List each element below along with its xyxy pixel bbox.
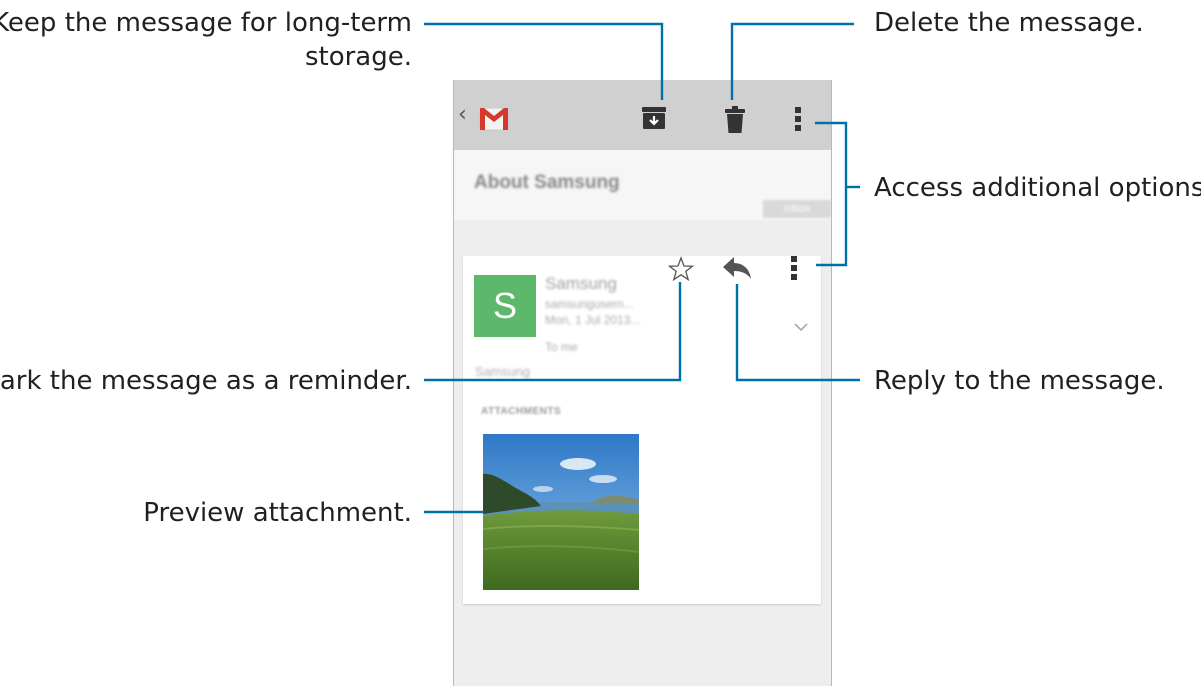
sender-avatar[interactable]: S — [474, 275, 536, 337]
inbox-label[interactable]: Inbox — [763, 200, 831, 218]
sender-name: Samsung — [545, 274, 617, 293]
action-bar: ‹ — [454, 80, 831, 150]
callout-reply: Reply to the message. — [874, 366, 1165, 396]
back-icon[interactable]: ‹ — [458, 102, 467, 127]
recipient-line: To me — [545, 340, 578, 354]
expand-chevron-icon[interactable] — [794, 323, 808, 332]
attachment-thumbnail[interactable] — [483, 434, 639, 590]
attachments-label: ATTACHMENTS — [481, 406, 562, 417]
sender-email: samsungusern... — [545, 297, 634, 311]
callout-archive: Keep the message for long-term storage. — [0, 6, 412, 74]
archive-icon[interactable] — [641, 106, 667, 130]
message-subject: About Samsung — [474, 172, 620, 193]
callout-archive-line2: storage. — [304, 42, 412, 72]
phone-screen: ‹ About Samsung Inbox S Samsung samsungu… — [453, 80, 832, 686]
overflow-menu-icon[interactable] — [795, 107, 801, 131]
callout-archive-line1: Keep the message for long-term — [0, 8, 412, 38]
callout-options: Access additional options. — [874, 173, 1201, 203]
callout-preview: Preview attachment. — [143, 498, 412, 528]
star-icon[interactable] — [668, 256, 694, 282]
message-overflow-icon[interactable] — [791, 256, 797, 280]
message-date: Mon, 1 Jul 2013... — [545, 313, 641, 327]
delete-icon[interactable] — [725, 106, 745, 134]
message-body: Samsung — [475, 364, 530, 379]
callout-delete: Delete the message. — [874, 8, 1144, 38]
callout-reminder: Mark the message as a reminder. — [0, 366, 412, 396]
message-card: S Samsung samsungusern... Mon, 1 Jul 201… — [463, 256, 821, 604]
reply-icon[interactable] — [722, 256, 752, 280]
gmail-logo[interactable] — [476, 100, 512, 134]
